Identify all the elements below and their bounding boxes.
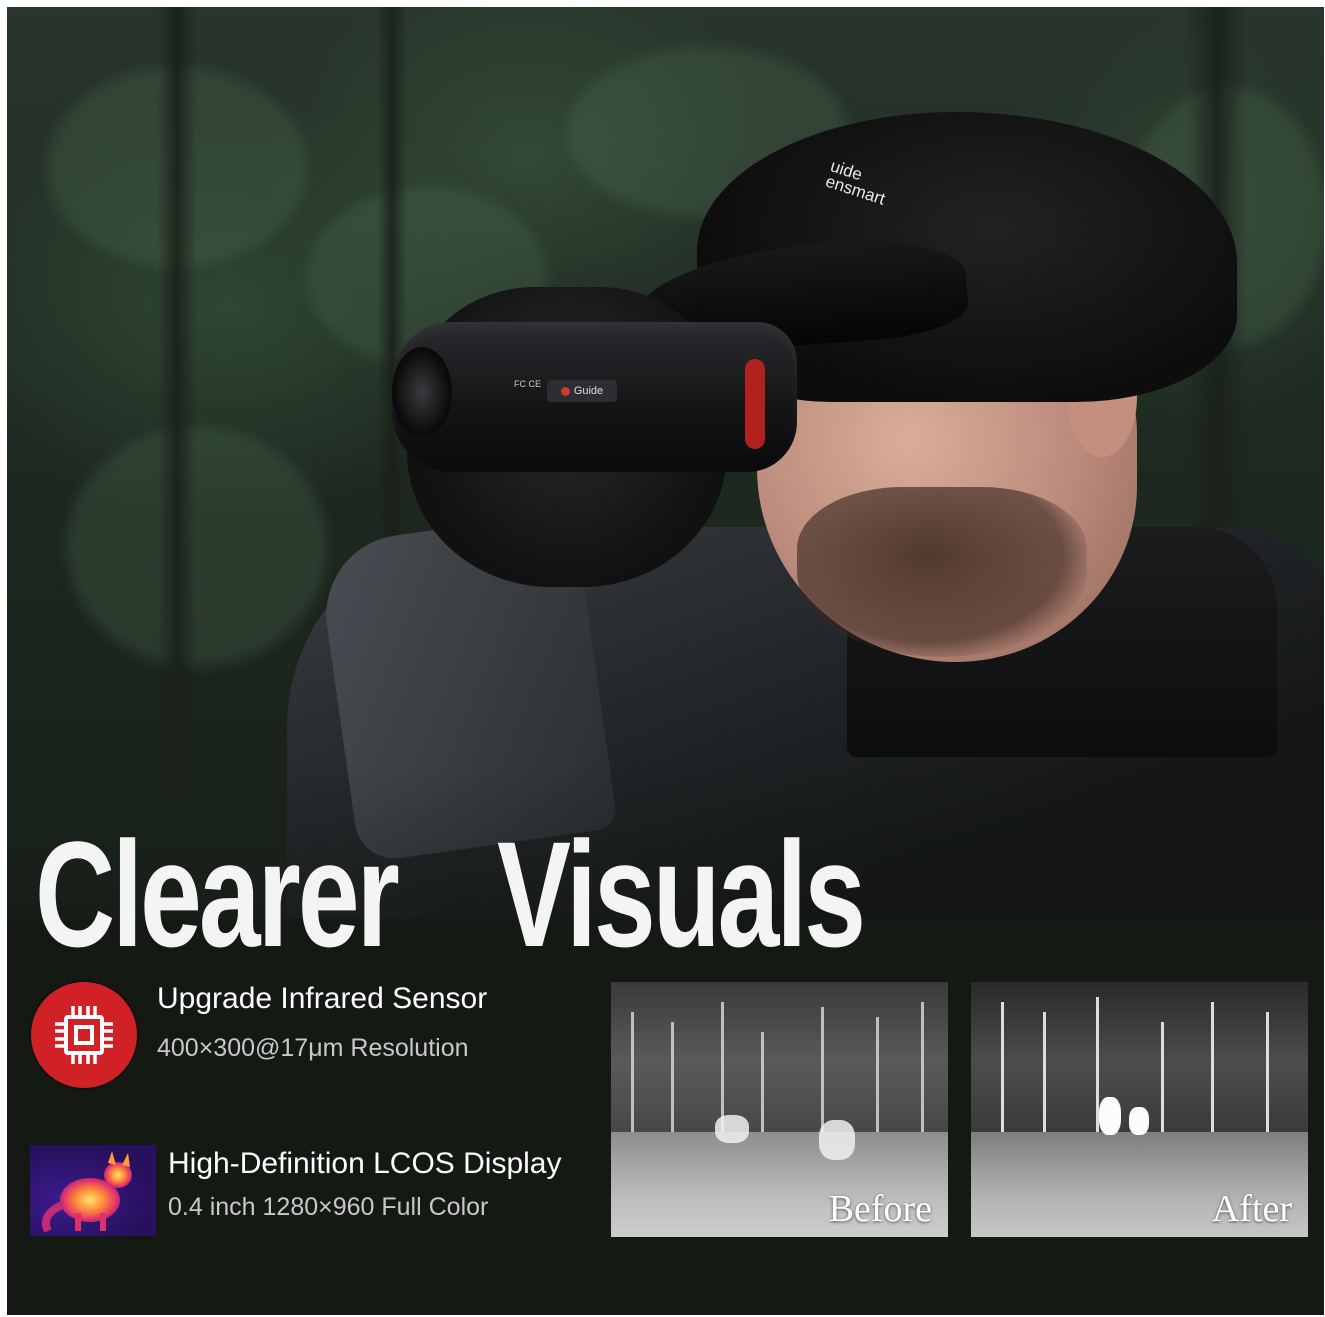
feature-title-display: High-Definition LCOS Display <box>168 1147 562 1180</box>
background-foliage <box>67 427 327 667</box>
after-thermal-image: After <box>971 982 1308 1237</box>
reed <box>1043 1012 1046 1142</box>
animal-silhouette <box>715 1115 749 1143</box>
certification-marks: FC CE <box>514 379 541 389</box>
reed <box>671 1022 674 1142</box>
product-banner: uide ensmart FC CE Guide Clearer Visuals <box>7 7 1324 1315</box>
reed <box>921 1002 924 1142</box>
before-label: Before <box>828 1188 932 1230</box>
after-label: After <box>1211 1188 1292 1230</box>
monocular-lens <box>392 347 452 437</box>
device-brand-badge: Guide <box>547 380 617 402</box>
animal-silhouette <box>819 1120 855 1160</box>
reed <box>1211 1002 1214 1142</box>
thermal-forest <box>611 982 948 1142</box>
reed <box>1001 1002 1004 1142</box>
reed <box>761 1032 764 1142</box>
feature-title-sensor: Upgrade Infrared Sensor <box>157 982 488 1015</box>
guide-logo-icon <box>560 386 570 396</box>
tree-trunk <box>157 7 197 787</box>
headline: Clearer Visuals <box>35 810 866 978</box>
hero-photo: uide ensmart FC CE Guide <box>7 7 1324 919</box>
before-thermal-image: Before <box>611 982 948 1237</box>
beard <box>797 487 1087 657</box>
animal-silhouette <box>1129 1107 1149 1135</box>
chip-icon <box>31 982 137 1088</box>
reed <box>1266 1012 1269 1142</box>
animal-silhouette <box>1099 1097 1121 1135</box>
reed <box>1161 1022 1164 1142</box>
feature-subtitle-sensor: 400×300@17μm Resolution <box>157 1034 469 1062</box>
reed <box>821 1007 824 1142</box>
eyepiece-ring <box>745 359 765 449</box>
reed <box>876 1017 879 1142</box>
reed <box>631 1012 634 1142</box>
device-brand-label: Guide <box>573 385 604 397</box>
thermal-fox-thumbnail <box>30 1145 156 1236</box>
feature-subtitle-display: 0.4 inch 1280×960 Full Color <box>168 1193 489 1221</box>
